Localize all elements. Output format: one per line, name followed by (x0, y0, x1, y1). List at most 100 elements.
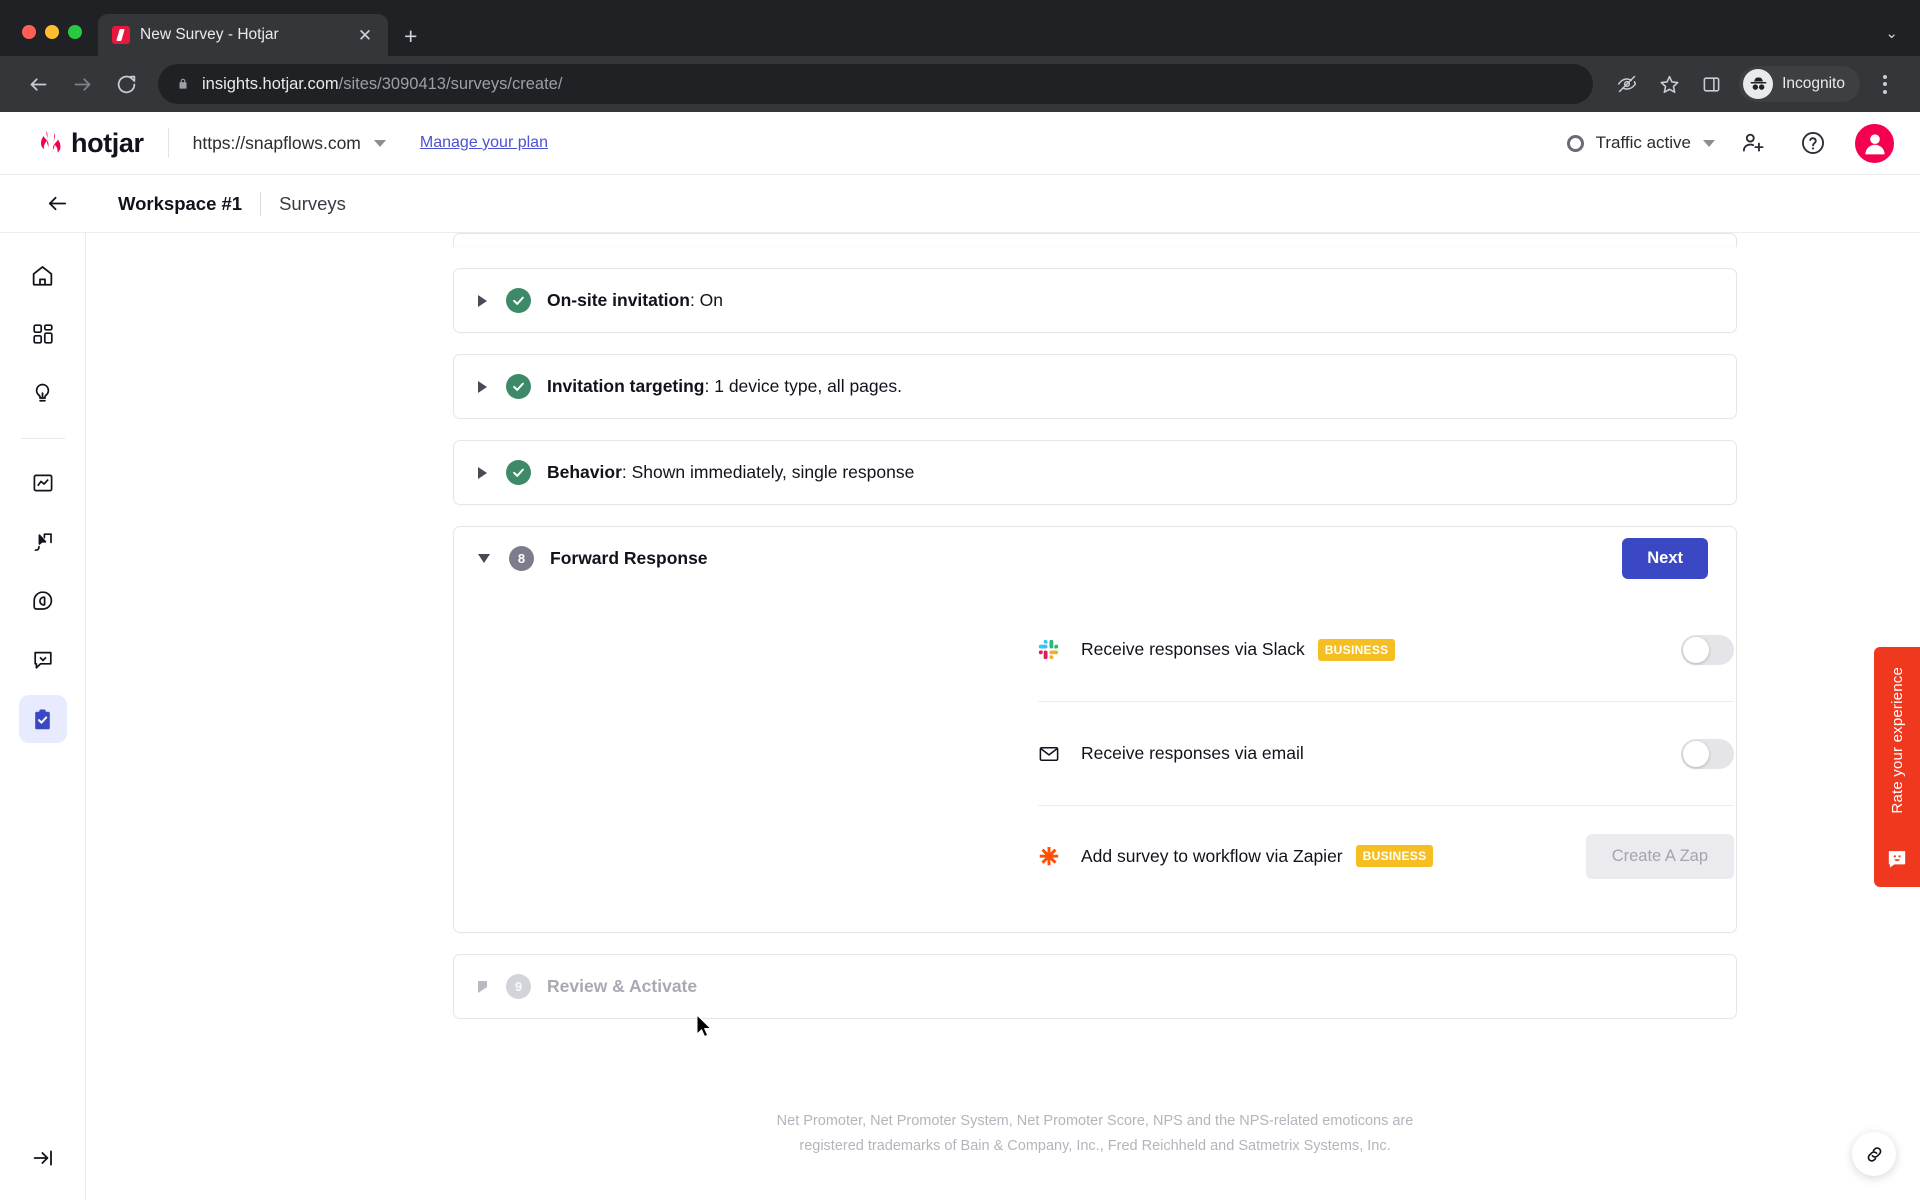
envelope-icon (1038, 743, 1066, 765)
slack-toggle[interactable] (1681, 634, 1734, 665)
traffic-status[interactable]: Traffic active (1566, 133, 1715, 153)
breadcrumb-current: Surveys (279, 192, 346, 214)
browser-tab[interactable]: New Survey - Hotjar ✕ (98, 14, 388, 56)
minimize-window-button[interactable] (45, 25, 59, 39)
triangle-right-icon[interactable] (478, 466, 487, 479)
check-circle-icon (506, 288, 531, 313)
step-panel-on-site-invitation[interactable]: On-site invitation: On (453, 268, 1737, 333)
triangle-right-icon[interactable] (478, 980, 487, 993)
triangle-down-icon[interactable] (478, 554, 490, 563)
sidebar-item-trends[interactable] (19, 459, 67, 507)
side-panel-icon[interactable] (1691, 64, 1731, 104)
close-tab-icon[interactable]: ✕ (354, 27, 376, 44)
manage-plan-link[interactable]: Manage your plan (420, 134, 548, 152)
step-panel-behavior[interactable]: Behavior: Shown immediately, single resp… (453, 440, 1737, 505)
trademark-line-2: registered trademarks of Bain & Company,… (799, 1138, 1391, 1155)
forward-option-email[interactable]: Receive responses via email (1038, 702, 1734, 806)
address-bar-url: insights.hotjar.com/sites/3090413/survey… (202, 75, 562, 94)
step-header[interactable]: 8 Forward Response Next (454, 527, 1736, 590)
sidebar (0, 233, 86, 1200)
hotjar-mark-icon (40, 130, 62, 156)
traffic-status-label: Traffic active (1595, 133, 1691, 152)
eye-off-icon[interactable] (1607, 64, 1647, 104)
close-window-button[interactable] (22, 25, 36, 39)
step-title-bold: Forward Response (550, 548, 708, 568)
star-icon[interactable] (1649, 64, 1689, 104)
new-tab-button[interactable]: + (404, 25, 417, 48)
sidebar-item-feedback[interactable] (19, 636, 67, 684)
help-circle-icon[interactable] (1791, 121, 1835, 165)
browser-tab-title: New Survey - Hotjar (140, 26, 279, 43)
step-panel-forward-response[interactable]: 8 Forward Response Next Receive response… (453, 526, 1737, 933)
sidebar-item-dashboards[interactable] (19, 310, 67, 358)
kebab-menu-icon[interactable] (1868, 64, 1902, 104)
forward-options-list: Receive responses via Slack BUSINESS Rec… (1038, 598, 1734, 906)
maximize-window-button[interactable] (68, 25, 82, 39)
browser-window: New Survey - Hotjar ✕ + ⌄ insights.hotja… (0, 0, 1920, 1200)
incognito-label: Incognito (1782, 75, 1845, 92)
site-selector[interactable]: https://snapflows.com (193, 133, 386, 154)
sidebar-item-surveys[interactable] (18, 695, 67, 743)
sidebar-item-insights[interactable] (19, 369, 67, 417)
check-circle-icon (506, 374, 531, 399)
step-panel-invitation-targeting[interactable]: Invitation targeting: 1 device type, all… (453, 354, 1737, 419)
step-title: Invitation targeting: 1 device type, all… (547, 376, 902, 397)
step-title: Review & Activate (547, 976, 698, 996)
step-panel-review-activate[interactable]: 9 Review & Activate (453, 954, 1737, 1019)
app-header: hotjar https://snapflows.com Manage your… (0, 112, 1920, 175)
header-divider (167, 128, 169, 158)
reload-icon[interactable] (106, 64, 146, 104)
hotjar-favicon-icon (112, 26, 130, 44)
forward-option-zapier[interactable]: Add survey to workflow via Zapier BUSINE… (1038, 806, 1734, 906)
step-header[interactable]: On-site invitation: On (454, 269, 1736, 332)
window-controls[interactable] (14, 25, 98, 56)
toolbar-right-icons: Incognito (1607, 64, 1902, 104)
step-title: Forward Response (550, 548, 708, 569)
step-number-badge: 8 (509, 546, 534, 571)
triangle-right-icon[interactable] (478, 380, 487, 393)
next-button[interactable]: Next (1622, 538, 1708, 579)
back-arrow-icon[interactable] (18, 64, 58, 104)
step-header[interactable]: Invitation targeting: 1 device type, all… (454, 355, 1736, 418)
add-user-icon[interactable] (1731, 121, 1775, 165)
step-summary: : On (689, 290, 724, 310)
rate-your-experience-tab[interactable]: Rate your experience (1874, 647, 1920, 887)
trademark-footer: Net Promoter, Net Promoter System, Net P… (545, 1109, 1645, 1160)
address-bar[interactable]: insights.hotjar.com/sites/3090413/survey… (158, 64, 1594, 104)
sidebar-item-highlights[interactable] (19, 577, 67, 625)
create-a-zap-button[interactable]: Create A Zap (1585, 833, 1734, 879)
step-title-bold: Invitation targeting (547, 376, 705, 396)
forward-arrow-icon[interactable] (62, 64, 102, 104)
forward-response-body: Receive responses via Slack BUSINESS Rec… (454, 590, 1736, 932)
expand-sidebar-icon[interactable] (19, 1134, 67, 1182)
hotjar-wordmark: hotjar (71, 127, 144, 158)
step-number-badge: 9 (506, 974, 531, 999)
hotjar-logo[interactable]: hotjar (40, 128, 144, 159)
zapier-icon (1038, 845, 1066, 867)
tab-search-chevron-down-icon[interactable]: ⌄ (1885, 24, 1898, 42)
sidebar-item-recordings[interactable] (19, 518, 67, 566)
main-content: On-site invitation: On Invitation target… (86, 233, 1920, 1200)
breadcrumb-workspace[interactable]: Workspace #1 (118, 193, 242, 215)
chevron-down-icon (1703, 139, 1715, 147)
user-avatar[interactable] (1855, 123, 1894, 163)
check-circle-icon (506, 460, 531, 485)
incognito-icon (1743, 69, 1774, 99)
step-summary: : Shown immediately, single response (621, 462, 915, 482)
forward-option-label: Receive responses via email (1081, 743, 1304, 763)
rate-tab-label: Rate your experience (1888, 667, 1906, 814)
link-chain-icon[interactable] (1852, 1132, 1896, 1176)
sidebar-item-home[interactable] (19, 251, 67, 299)
smiley-card-icon (1886, 848, 1908, 873)
email-toggle[interactable] (1681, 738, 1734, 769)
incognito-indicator[interactable]: Incognito (1739, 66, 1860, 102)
slack-icon (1038, 639, 1066, 661)
step-header[interactable]: Behavior: Shown immediately, single resp… (454, 441, 1736, 504)
browser-toolbar: insights.hotjar.com/sites/3090413/survey… (0, 56, 1920, 112)
page-viewport: hotjar https://snapflows.com Manage your… (0, 112, 1920, 1200)
forward-option-slack[interactable]: Receive responses via Slack BUSINESS (1038, 598, 1734, 702)
step-title: Behavior: Shown immediately, single resp… (547, 462, 914, 483)
breadcrumb-back-arrow-icon[interactable] (40, 187, 74, 221)
triangle-right-icon[interactable] (478, 294, 487, 307)
step-header[interactable]: 9 Review & Activate (454, 955, 1736, 1018)
